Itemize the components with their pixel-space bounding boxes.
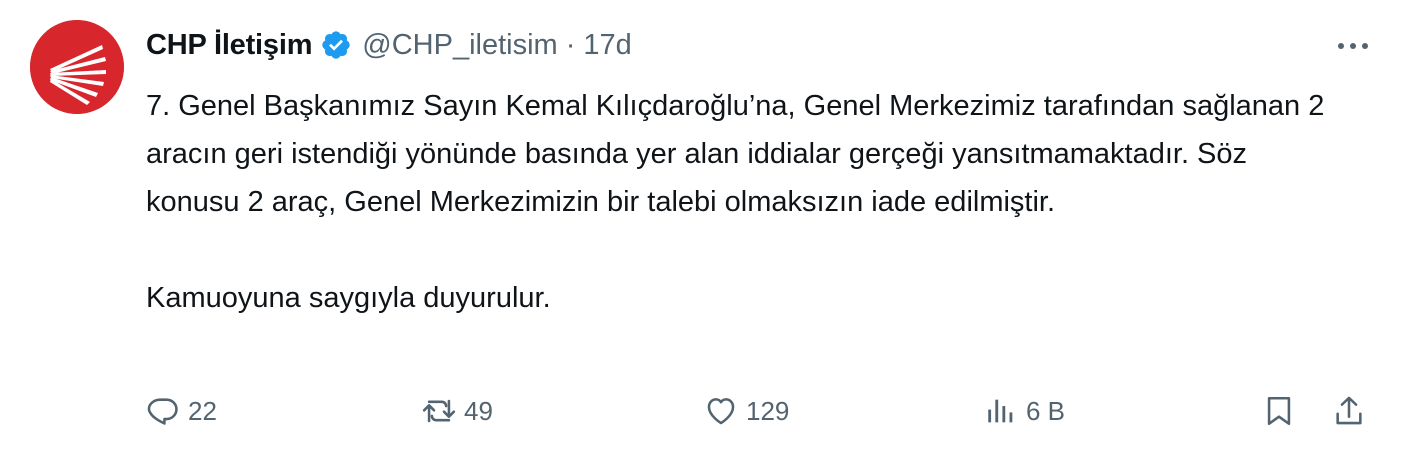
share-icon xyxy=(1336,396,1362,425)
verified-badge-icon[interactable] xyxy=(320,29,352,61)
retweet-count: 49 xyxy=(464,395,493,426)
timestamp[interactable]: 17d xyxy=(583,29,631,62)
chp-logo-icon xyxy=(30,20,124,114)
retweet-icon xyxy=(422,399,456,423)
more-options-button[interactable] xyxy=(1330,28,1376,64)
share-button[interactable] xyxy=(1332,389,1366,433)
bookmark-button[interactable] xyxy=(1262,389,1296,433)
tweet-text: 7. Genel Başkanımız Sayın Kemal Kılıçdar… xyxy=(146,82,1326,322)
bookmark-icon xyxy=(1267,396,1291,426)
handle[interactable]: @CHP_iletisim xyxy=(362,29,557,62)
retweet-button[interactable]: 49 xyxy=(422,389,493,433)
views-button[interactable]: 6 B xyxy=(984,389,1065,433)
tweet-paragraph: 7. Genel Başkanımız Sayın Kemal Kılıçdar… xyxy=(146,90,1325,218)
views-count: 6 B xyxy=(1026,395,1066,426)
reply-count: 22 xyxy=(188,395,217,426)
like-count: 129 xyxy=(746,395,790,426)
avatar[interactable] xyxy=(30,20,124,114)
tweet-header: CHP İletişim @CHP_iletisim · 17d xyxy=(146,26,632,64)
tweet-card[interactable]: CHP İletişim @CHP_iletisim · 17d 7. Gene… xyxy=(0,0,1407,450)
heart-icon xyxy=(707,398,735,425)
views-icon xyxy=(988,399,1013,423)
reply-icon xyxy=(147,398,178,425)
more-icon xyxy=(1338,43,1368,49)
tweet-paragraph: Kamuoyuna saygıyla duyurulur. xyxy=(146,282,551,314)
reply-button[interactable]: 22 xyxy=(146,389,217,433)
display-name[interactable]: CHP İletişim xyxy=(146,29,312,62)
separator-dot: · xyxy=(565,28,576,61)
like-button[interactable]: 129 xyxy=(704,389,789,433)
